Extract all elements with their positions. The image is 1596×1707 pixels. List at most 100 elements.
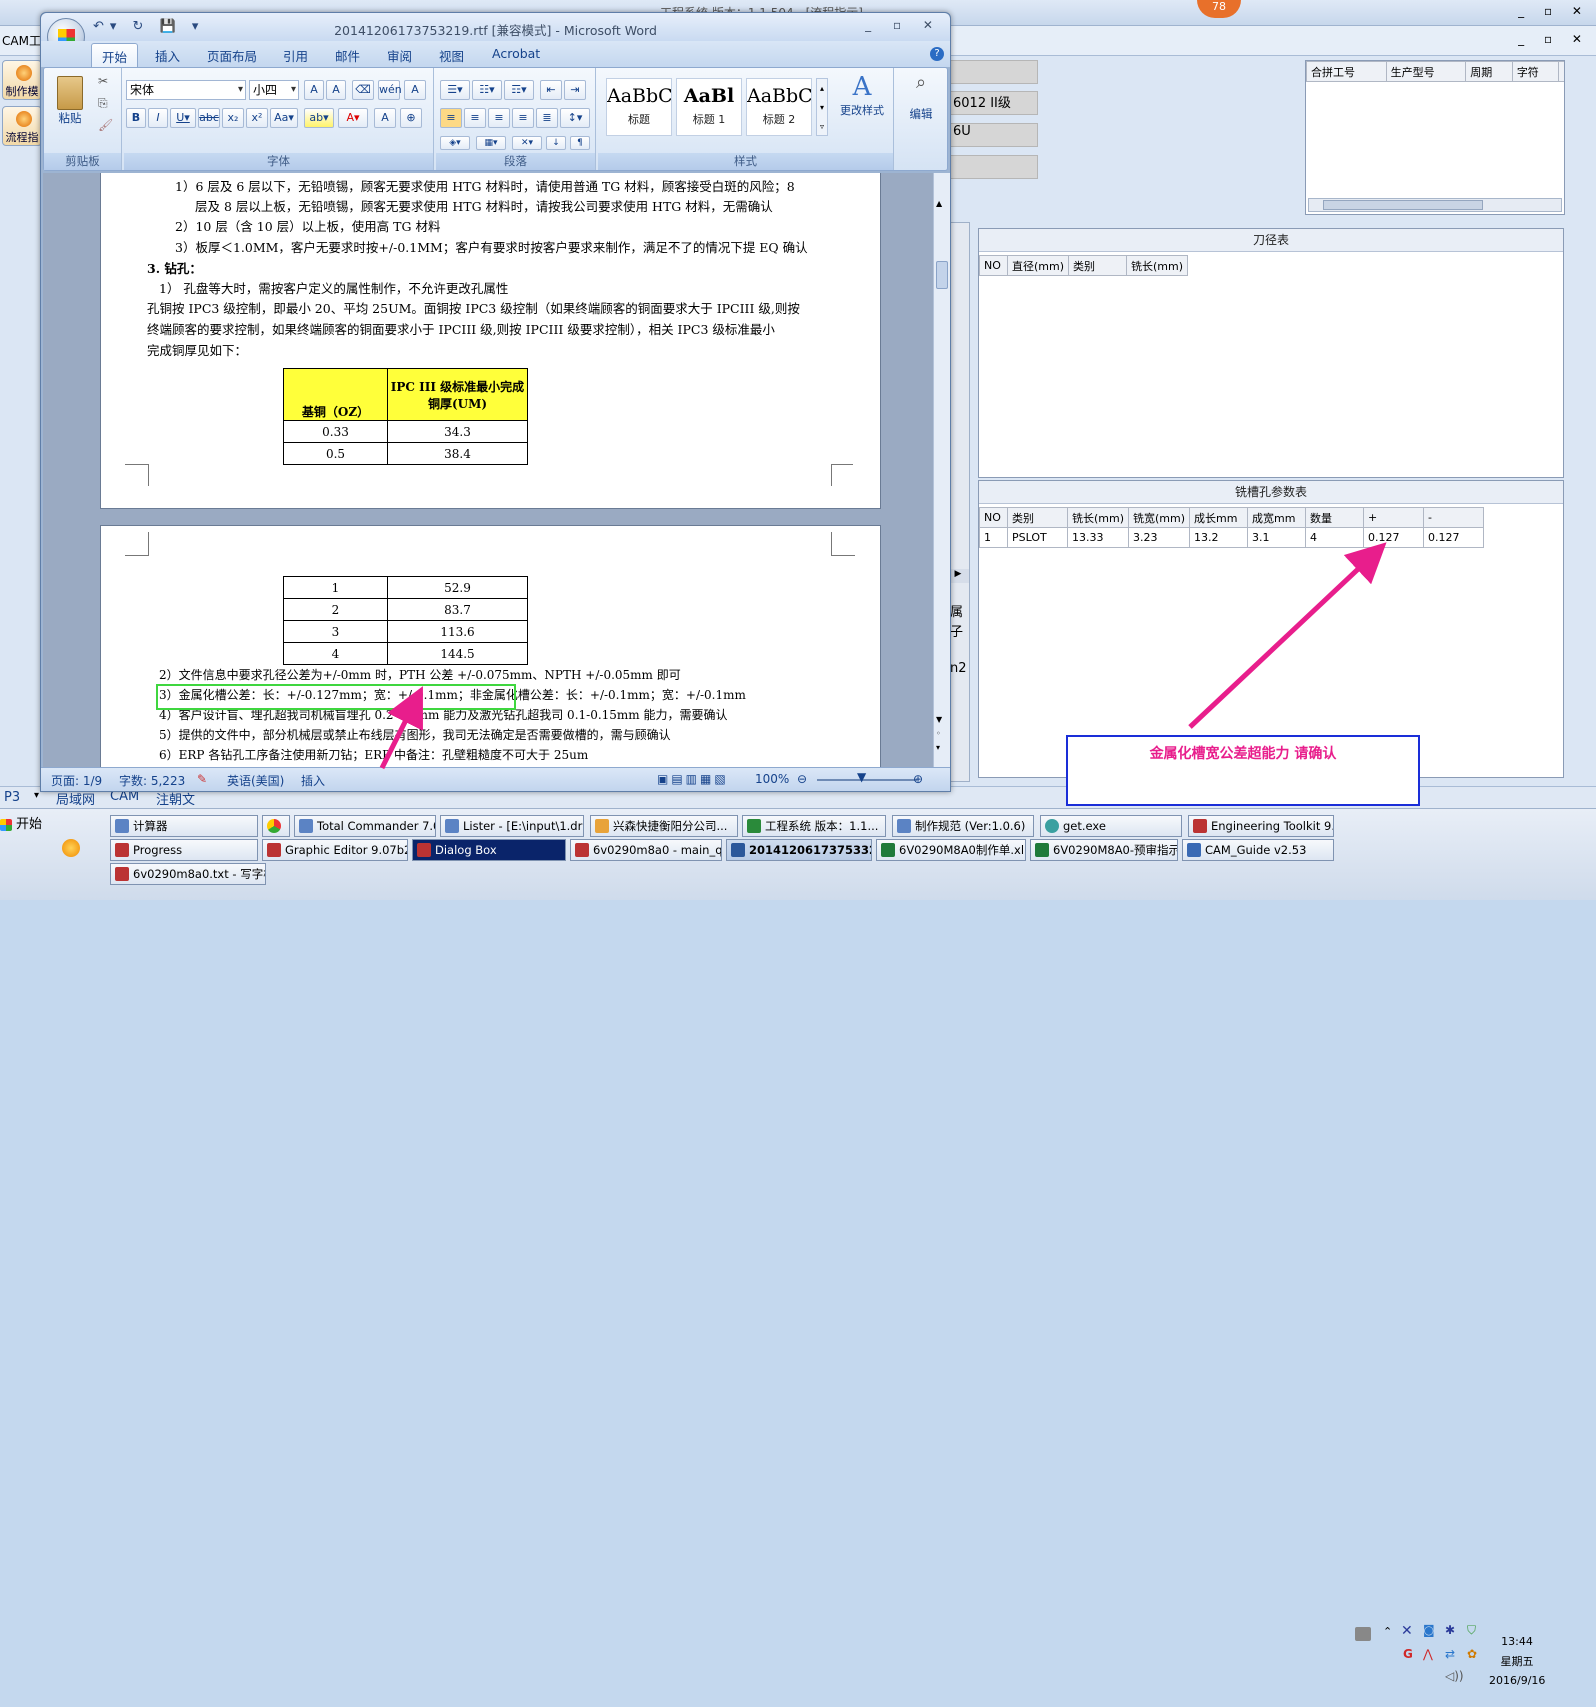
style-title[interactable]: AaBbC 标题	[606, 78, 672, 136]
horizontal-scrollbar[interactable]	[1308, 198, 1562, 212]
zoom-out-button[interactable]: ⊖	[797, 772, 807, 786]
align-left-button[interactable]: ≡	[440, 108, 462, 128]
task-graphic-editor[interactable]: Graphic Editor 9.07b2 (...	[262, 839, 408, 861]
zoom-in-button[interactable]: ⊕	[913, 772, 923, 786]
page-count[interactable]: 页面: 1/9	[51, 772, 102, 789]
tab-acrobat[interactable]: Acrobat	[492, 46, 540, 61]
tab-view[interactable]: 视图	[439, 46, 464, 65]
font-name-select[interactable]: 宋体	[126, 80, 246, 100]
chevron-down-icon[interactable]: ▾	[34, 790, 39, 801]
col-header[interactable]: 阻焊	[1558, 61, 1564, 82]
task-progress[interactable]: Progress	[110, 839, 258, 861]
task-lister[interactable]: Lister - [E:\input\1.drr]	[440, 815, 584, 837]
start-button[interactable]: 开始	[0, 815, 46, 837]
distribute-button[interactable]: ≣	[536, 108, 558, 128]
sort-button[interactable]: ↓	[546, 136, 566, 150]
style-heading-1[interactable]: AaBl 标题 1	[676, 78, 742, 136]
col-header[interactable]: 铣宽(mm)	[1128, 507, 1191, 528]
decrease-indent-button[interactable]: ⇤	[540, 80, 562, 100]
font-size-select[interactable]: 小四	[249, 80, 299, 100]
increase-indent-button[interactable]: ⇥	[564, 80, 586, 100]
app-g-icon[interactable]: G	[1403, 1647, 1413, 1661]
shading-button[interactable]: ◈▾	[440, 136, 470, 150]
scroll-thumb[interactable]	[936, 261, 948, 289]
show-hidden-icons[interactable]: ⌃	[1383, 1625, 1392, 1638]
format-painter-icon[interactable]: 🖌	[98, 118, 113, 132]
underline-button[interactable]: U▾	[170, 108, 196, 128]
change-styles-button[interactable]: A 更改样式	[834, 72, 890, 118]
zoom-slider[interactable]	[817, 779, 917, 781]
task-engineering-toolkit[interactable]: Engineering Toolkit 9.0...	[1188, 815, 1334, 837]
shield-icon[interactable]: ⛉	[1467, 1623, 1476, 1638]
col-header[interactable]: NO	[979, 255, 1008, 276]
col-header[interactable]: 铣长(mm)	[1066, 507, 1130, 528]
col-header[interactable]: 直径(mm)	[1006, 255, 1070, 276]
char-shading-button[interactable]: A	[374, 108, 396, 128]
task-browser[interactable]: 兴森快捷衡阳分公司...	[590, 815, 738, 837]
style-heading-2[interactable]: AaBbC 标题 2	[746, 78, 812, 136]
chat-icon[interactable]: ✿	[1467, 1647, 1477, 1661]
col-header[interactable]: +	[1363, 507, 1425, 528]
tab-references[interactable]: 引用	[283, 46, 308, 65]
word-count[interactable]: 字数: 5,223	[119, 772, 185, 789]
task-calculator[interactable]: 计算器	[110, 815, 258, 837]
bullets-button[interactable]: ☰▾	[440, 80, 470, 100]
task-cam-guide[interactable]: CAM_Guide v2.53	[1182, 839, 1334, 861]
language[interactable]: 英语(美国)	[227, 772, 284, 789]
tab-p3[interactable]: P3	[4, 790, 20, 805]
app-a-icon[interactable]: ⋀	[1423, 1647, 1433, 1661]
page-nav-arrows[interactable]: ▼ ◦ ▾	[936, 713, 948, 755]
col-header[interactable]: 成长mm	[1189, 507, 1249, 528]
side-button-flow[interactable]: 流程指	[2, 106, 42, 146]
multilevel-list-button[interactable]: ☶▾	[504, 80, 534, 100]
col-header[interactable]: 合拼工号	[1306, 61, 1387, 82]
network-icon[interactable]: ◙	[1423, 1623, 1435, 1637]
styles-scroll[interactable]: ▴ ▾ ▿	[816, 78, 828, 136]
task-spec[interactable]: 制作规范 (Ver:1.0.6)	[892, 815, 1034, 837]
tab-mailings[interactable]: 邮件	[335, 46, 360, 65]
justify-button[interactable]: ≡	[512, 108, 534, 128]
view-buttons[interactable]: ▣▤▥▦▧	[657, 772, 729, 786]
tab-review[interactable]: 审阅	[387, 46, 412, 65]
col-header[interactable]: 数量	[1305, 507, 1365, 528]
quick-access-toolbar[interactable]: ↶▾ ↻ 💾 ▾	[93, 19, 204, 34]
col-header[interactable]: -	[1423, 507, 1485, 528]
col-header[interactable]: NO	[979, 507, 1008, 528]
tray-toggle-icon[interactable]	[1355, 1627, 1371, 1641]
align-center-button[interactable]: ≡	[464, 108, 486, 128]
col-header[interactable]: 生产型号	[1385, 61, 1467, 82]
task-wordpad[interactable]: 6v0290m8a0.txt - 写字板	[110, 863, 266, 885]
char-border-button[interactable]: A	[404, 80, 426, 100]
show-marks-button[interactable]: ¶	[570, 136, 590, 150]
change-case-button[interactable]: Aa▾	[270, 108, 298, 128]
side-button-make[interactable]: 制作模	[2, 60, 42, 100]
col-header[interactable]: 成宽mm	[1247, 507, 1307, 528]
window-controls[interactable]: _ ▫ ✕	[1518, 4, 1590, 18]
borders-button[interactable]: ▦▾	[476, 136, 506, 150]
tab-home[interactable]: 开始	[91, 43, 139, 67]
tab-insert[interactable]: 插入	[155, 46, 180, 65]
sync-icon[interactable]: ⇄	[1445, 1647, 1455, 1661]
help-icon[interactable]: ?	[930, 47, 944, 61]
strikethrough-button[interactable]: abc	[198, 108, 220, 128]
shrink-font-button[interactable]: A	[326, 80, 346, 100]
col-header[interactable]: 类别	[1007, 507, 1068, 528]
word-window-controls[interactable]: _ ▫ ✕	[865, 18, 942, 32]
grow-font-button[interactable]: A	[304, 80, 324, 100]
proofing-icon[interactable]: ✎	[197, 772, 207, 786]
cut-icon[interactable]: ✂	[98, 74, 108, 88]
volume-icon[interactable]: ◁))	[1445, 1669, 1464, 1683]
col-header[interactable]: 铣长(mm)	[1126, 255, 1189, 276]
clear-format-button[interactable]: ⌫	[352, 80, 374, 100]
mdi-controls[interactable]: _ ▫ ✕	[1518, 32, 1590, 46]
vertical-scrollbar[interactable]: ▲ ▼ ◦ ▾	[933, 173, 950, 767]
highlight-button[interactable]: ab▾	[304, 108, 334, 128]
subscript-button[interactable]: x₂	[222, 108, 244, 128]
task-review-excel[interactable]: 6V0290M8A0-预审指示...	[1030, 839, 1178, 861]
col-header[interactable]: 字符	[1511, 61, 1560, 82]
line-spacing-button[interactable]: ↕▾	[560, 108, 590, 128]
bold-button[interactable]: B	[126, 108, 146, 128]
task-excel-sheet[interactable]: 6V0290M8A0制作单.xl...	[876, 839, 1026, 861]
numbering-button[interactable]: ☷▾	[472, 80, 502, 100]
edit-button[interactable]: ⌕ 编辑	[902, 72, 940, 122]
